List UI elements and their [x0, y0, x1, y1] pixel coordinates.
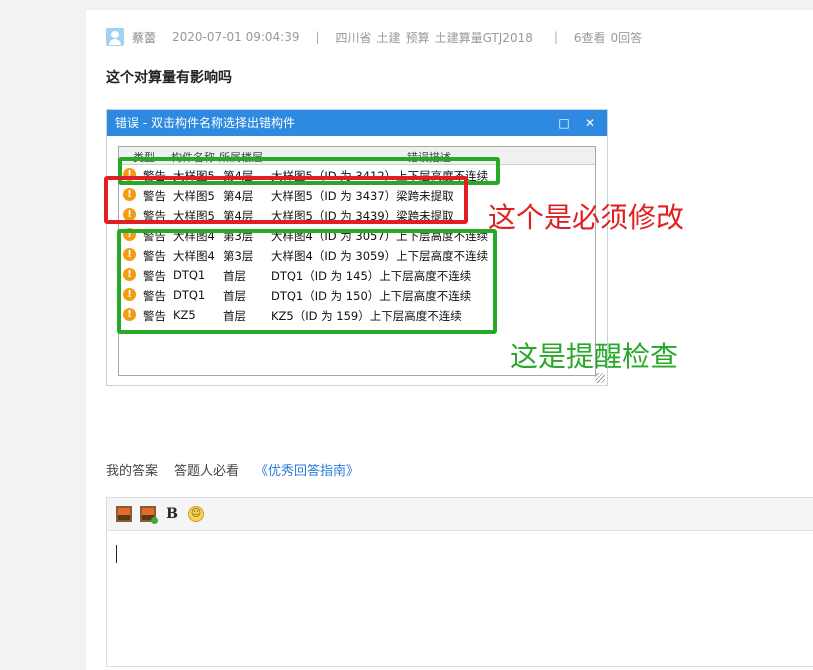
answer-count: 0回答: [610, 30, 643, 45]
post-meta: 蔡蕾 2020-07-01 09:04:39 | 四川省 土建 预算 土建算量G…: [106, 27, 642, 47]
answer-tabs: 我的答案 答题人必看 《优秀回答指南》: [106, 460, 359, 479]
dialog-titlebar: 错误 - 双击构件名称选择出错构件 □ ✕: [107, 110, 607, 136]
username[interactable]: 蔡蕾: [132, 29, 156, 46]
emoji-icon[interactable]: ☺: [188, 506, 204, 522]
red-highlight-box: [104, 176, 468, 224]
avatar[interactable]: [106, 28, 124, 46]
annotation-must-fix: 这个是必须修改: [488, 201, 685, 234]
separator: |: [553, 30, 558, 44]
post-datetime: 2020-07-01 09:04:39: [172, 30, 300, 44]
tag-item[interactable]: 预算: [406, 29, 430, 46]
tag-item[interactable]: 土建算量GTJ2018: [435, 29, 533, 46]
must-read-label: 答题人必看: [174, 464, 240, 479]
image-icon[interactable]: [116, 506, 132, 522]
close-icon: ✕: [584, 116, 596, 130]
text-caret: [116, 545, 117, 563]
answer-editor[interactable]: B ☺: [106, 497, 813, 667]
tag-item[interactable]: 土建: [377, 29, 401, 46]
question-title: 这个对算量有影响吗: [106, 70, 232, 86]
view-count: 6查看: [573, 30, 606, 45]
image-upload-icon[interactable]: [140, 506, 158, 524]
annotation-reminder: 这是提醒检查: [510, 340, 679, 373]
separator: |: [315, 30, 320, 44]
maximize-icon: □: [558, 116, 570, 130]
tab-my-answer[interactable]: 我的答案: [106, 460, 158, 479]
editor-toolbar: B ☺: [107, 498, 813, 531]
province-tag[interactable]: 四川省: [336, 29, 372, 46]
dialog-title: 错误 - 双击构件名称选择出错构件: [115, 116, 295, 130]
bold-icon[interactable]: B: [164, 506, 180, 522]
guide-link[interactable]: 《优秀回答指南》: [255, 460, 359, 479]
green-highlight-box: [117, 229, 497, 334]
